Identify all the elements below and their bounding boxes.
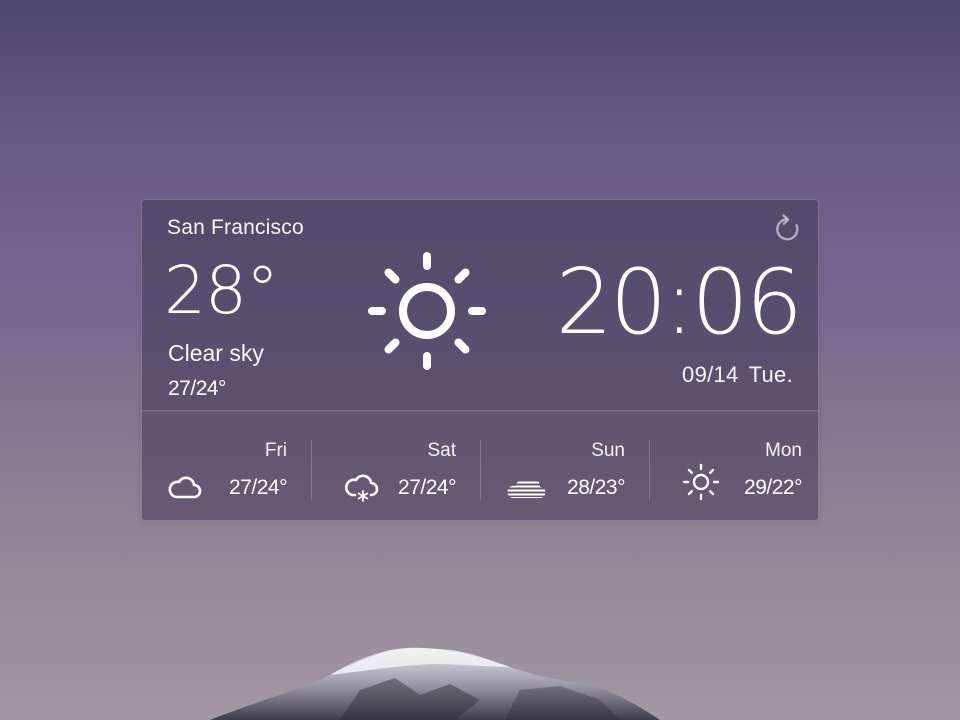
weather-widget: San Francisco 28° Clear sky 27/24° 20:06… bbox=[141, 199, 819, 521]
weekday-value: Tue. bbox=[748, 362, 793, 387]
forecast-day-label: Fri bbox=[264, 440, 287, 461]
forecast-day-label: Sat bbox=[427, 440, 456, 461]
forecast-day-sat: Sat 27/24° bbox=[311, 412, 480, 520]
current-date: 09/14 Tue. bbox=[682, 362, 793, 388]
date-value: 09/14 bbox=[682, 362, 739, 387]
forecast-range: 27/24° bbox=[229, 476, 287, 499]
cloud-snow-icon bbox=[344, 474, 379, 502]
forecast-day-sun: Sun 28/23° bbox=[480, 412, 649, 520]
refresh-icon[interactable] bbox=[772, 213, 804, 245]
forecast-range: 27/24° bbox=[398, 476, 456, 499]
cloud-icon bbox=[168, 476, 202, 499]
current-temperature: 28° bbox=[164, 252, 279, 329]
sun-icon bbox=[368, 252, 486, 370]
weather-condition: Clear sky bbox=[168, 340, 264, 366]
forecast-day-label: Mon bbox=[765, 440, 802, 461]
fog-icon bbox=[507, 481, 546, 499]
current-weather-panel: San Francisco 28° Clear sky 27/24° 20:06… bbox=[142, 200, 818, 411]
temperature-range: 27/24° bbox=[168, 377, 226, 400]
forecast-range: 29/22° bbox=[744, 476, 802, 499]
city-name: San Francisco bbox=[167, 216, 304, 239]
forecast-day-fri: Fri 27/24° bbox=[142, 412, 311, 520]
forecast-day-label: Sun bbox=[591, 440, 625, 461]
forecast-day-mon: Mon 29/22° bbox=[649, 412, 818, 520]
forecast-range: 28/23° bbox=[567, 476, 625, 499]
sun-icon bbox=[682, 463, 720, 501]
current-time: 20:06 bbox=[555, 250, 803, 355]
forecast-row: Fri 27/24° Sat 27/24° Sun 28/23° Mon 29/… bbox=[142, 412, 818, 520]
